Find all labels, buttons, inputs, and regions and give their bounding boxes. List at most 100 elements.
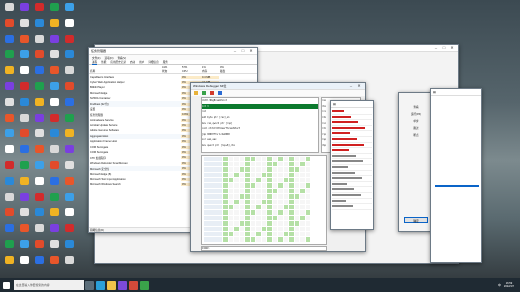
minimize-icon[interactable]: – bbox=[432, 45, 440, 51]
app-icon[interactable] bbox=[63, 97, 75, 112]
recycle-bin-icon[interactable] bbox=[3, 3, 15, 17]
app-icon[interactable] bbox=[18, 240, 30, 254]
app-icon[interactable] bbox=[3, 34, 15, 49]
app-icon[interactable] bbox=[3, 129, 15, 143]
side-option[interactable]: 跳过 bbox=[399, 124, 433, 131]
toolbar-step-icon[interactable] bbox=[218, 91, 222, 95]
tab-performance[interactable]: 性能 bbox=[101, 60, 106, 64]
ok-button[interactable]: 确定 bbox=[404, 217, 428, 223]
app-icon[interactable] bbox=[63, 50, 75, 64]
recycle-bin-icon[interactable] bbox=[63, 255, 75, 270]
app-icon[interactable] bbox=[18, 66, 30, 80]
minimize-icon[interactable]: – bbox=[347, 83, 355, 89]
input-language[interactable]: 中 bbox=[498, 283, 501, 287]
app-icon[interactable] bbox=[18, 82, 30, 96]
toolbar-run-icon[interactable] bbox=[202, 91, 206, 95]
app-icon[interactable] bbox=[3, 113, 15, 128]
explorer-icon[interactable] bbox=[107, 280, 116, 290]
app-icon[interactable] bbox=[63, 82, 75, 96]
debugger-titlebar[interactable]: Windows Debugger 64位 – ✕ bbox=[191, 83, 365, 90]
side-option[interactable]: 断点 bbox=[399, 131, 433, 138]
app-icon[interactable] bbox=[3, 224, 15, 238]
memory-titlebar[interactable]: ▤ bbox=[331, 101, 373, 108]
app-icon[interactable] bbox=[18, 34, 30, 49]
app-icon[interactable] bbox=[48, 129, 60, 143]
app-icon[interactable] bbox=[18, 255, 30, 270]
side-dialog[interactable]: 查看 运行(F5) 单步 跳过 断点 确定 bbox=[398, 92, 434, 232]
tab-users[interactable]: 用户 bbox=[139, 60, 144, 64]
close-icon[interactable]: ✕ bbox=[247, 48, 255, 54]
app-icon[interactable] bbox=[33, 129, 45, 143]
edge-icon[interactable] bbox=[96, 280, 105, 290]
task-manager-titlebar[interactable]: 任务管理器 – □ ✕ bbox=[89, 48, 257, 55]
app-icon[interactable] bbox=[33, 66, 45, 80]
app-icon[interactable] bbox=[48, 176, 60, 191]
right-text-titlebar[interactable]: ▤ bbox=[431, 89, 481, 96]
tab-startup[interactable]: 启动 bbox=[130, 60, 135, 64]
app-icon[interactable] bbox=[3, 145, 15, 159]
app-icon[interactable] bbox=[63, 161, 75, 175]
app-icon[interactable] bbox=[3, 82, 15, 96]
memory-window[interactable]: ▤ bbox=[330, 100, 374, 230]
app-icon[interactable] bbox=[3, 66, 15, 80]
app-icon[interactable] bbox=[48, 34, 60, 49]
column-name[interactable]: 名称 bbox=[89, 69, 161, 73]
app-icon[interactable] bbox=[33, 97, 45, 112]
right-text-window[interactable]: ▤ bbox=[430, 88, 482, 263]
app-icon[interactable] bbox=[3, 18, 15, 33]
tab-app-history[interactable]: 应用历史记录 bbox=[110, 60, 126, 64]
column-cpu[interactable]: CPU bbox=[181, 70, 201, 73]
app-icon[interactable] bbox=[33, 161, 45, 175]
toolbar-stop-icon[interactable] bbox=[210, 91, 214, 95]
task-view-icon[interactable] bbox=[85, 280, 94, 290]
side-option[interactable]: 单步 bbox=[399, 117, 433, 124]
app-icon[interactable] bbox=[3, 161, 15, 175]
app-icon[interactable] bbox=[63, 224, 75, 238]
app-icon[interactable] bbox=[48, 18, 60, 33]
app-icon[interactable] bbox=[33, 255, 45, 270]
app-icon[interactable] bbox=[63, 176, 75, 191]
app-icon[interactable] bbox=[63, 145, 75, 159]
app-icon[interactable] bbox=[63, 3, 75, 17]
app-icon[interactable] bbox=[63, 129, 75, 143]
app-icon[interactable] bbox=[63, 34, 75, 49]
app-icon[interactable] bbox=[3, 50, 15, 64]
tab-processes[interactable]: 进程 bbox=[92, 60, 98, 65]
close-icon[interactable]: ✕ bbox=[355, 83, 363, 89]
column-disk[interactable]: 磁盘 bbox=[219, 69, 237, 73]
app-icon[interactable] bbox=[33, 113, 45, 128]
column-status[interactable]: 状态 bbox=[161, 69, 181, 73]
app-icon[interactable] bbox=[3, 240, 15, 254]
app-icon[interactable] bbox=[48, 224, 60, 238]
clock[interactable]: 16:59 2022/4/7 bbox=[504, 282, 514, 288]
maximize-icon[interactable]: □ bbox=[239, 48, 247, 54]
recycle-bin-icon[interactable] bbox=[33, 34, 45, 49]
app-icon[interactable] bbox=[18, 145, 30, 159]
app-icon[interactable] bbox=[18, 176, 30, 191]
app-icon[interactable] bbox=[48, 82, 60, 96]
app-icon[interactable] bbox=[33, 240, 45, 254]
recycle-bin-icon[interactable] bbox=[63, 66, 75, 80]
app-icon[interactable] bbox=[33, 18, 45, 33]
asm-line[interactable]: mov qword ptr [rsp+8],rbx bbox=[202, 143, 318, 149]
app-icon[interactable] bbox=[33, 50, 45, 64]
app-icon[interactable] bbox=[48, 97, 60, 112]
app-icon[interactable] bbox=[18, 192, 30, 207]
app-icon[interactable] bbox=[3, 97, 15, 112]
app-icon[interactable] bbox=[18, 161, 30, 175]
app-icon[interactable] bbox=[48, 208, 60, 222]
app-icon[interactable] bbox=[18, 224, 30, 238]
close-icon[interactable]: ✕ bbox=[448, 45, 456, 51]
app-icon[interactable] bbox=[140, 280, 149, 290]
app-icon[interactable] bbox=[48, 113, 60, 128]
tab-services[interactable]: 服务 bbox=[163, 60, 168, 64]
app-icon[interactable] bbox=[33, 145, 45, 159]
recycle-bin-icon[interactable] bbox=[33, 224, 45, 238]
start-icon[interactable] bbox=[3, 281, 10, 289]
command-line[interactable]: 0:000> bbox=[201, 246, 327, 251]
app-icon[interactable] bbox=[18, 18, 30, 33]
app-icon[interactable] bbox=[48, 66, 60, 80]
app-icon[interactable] bbox=[63, 192, 75, 207]
app-icon[interactable] bbox=[63, 18, 75, 33]
side-option[interactable]: 运行(F5) bbox=[399, 110, 433, 117]
